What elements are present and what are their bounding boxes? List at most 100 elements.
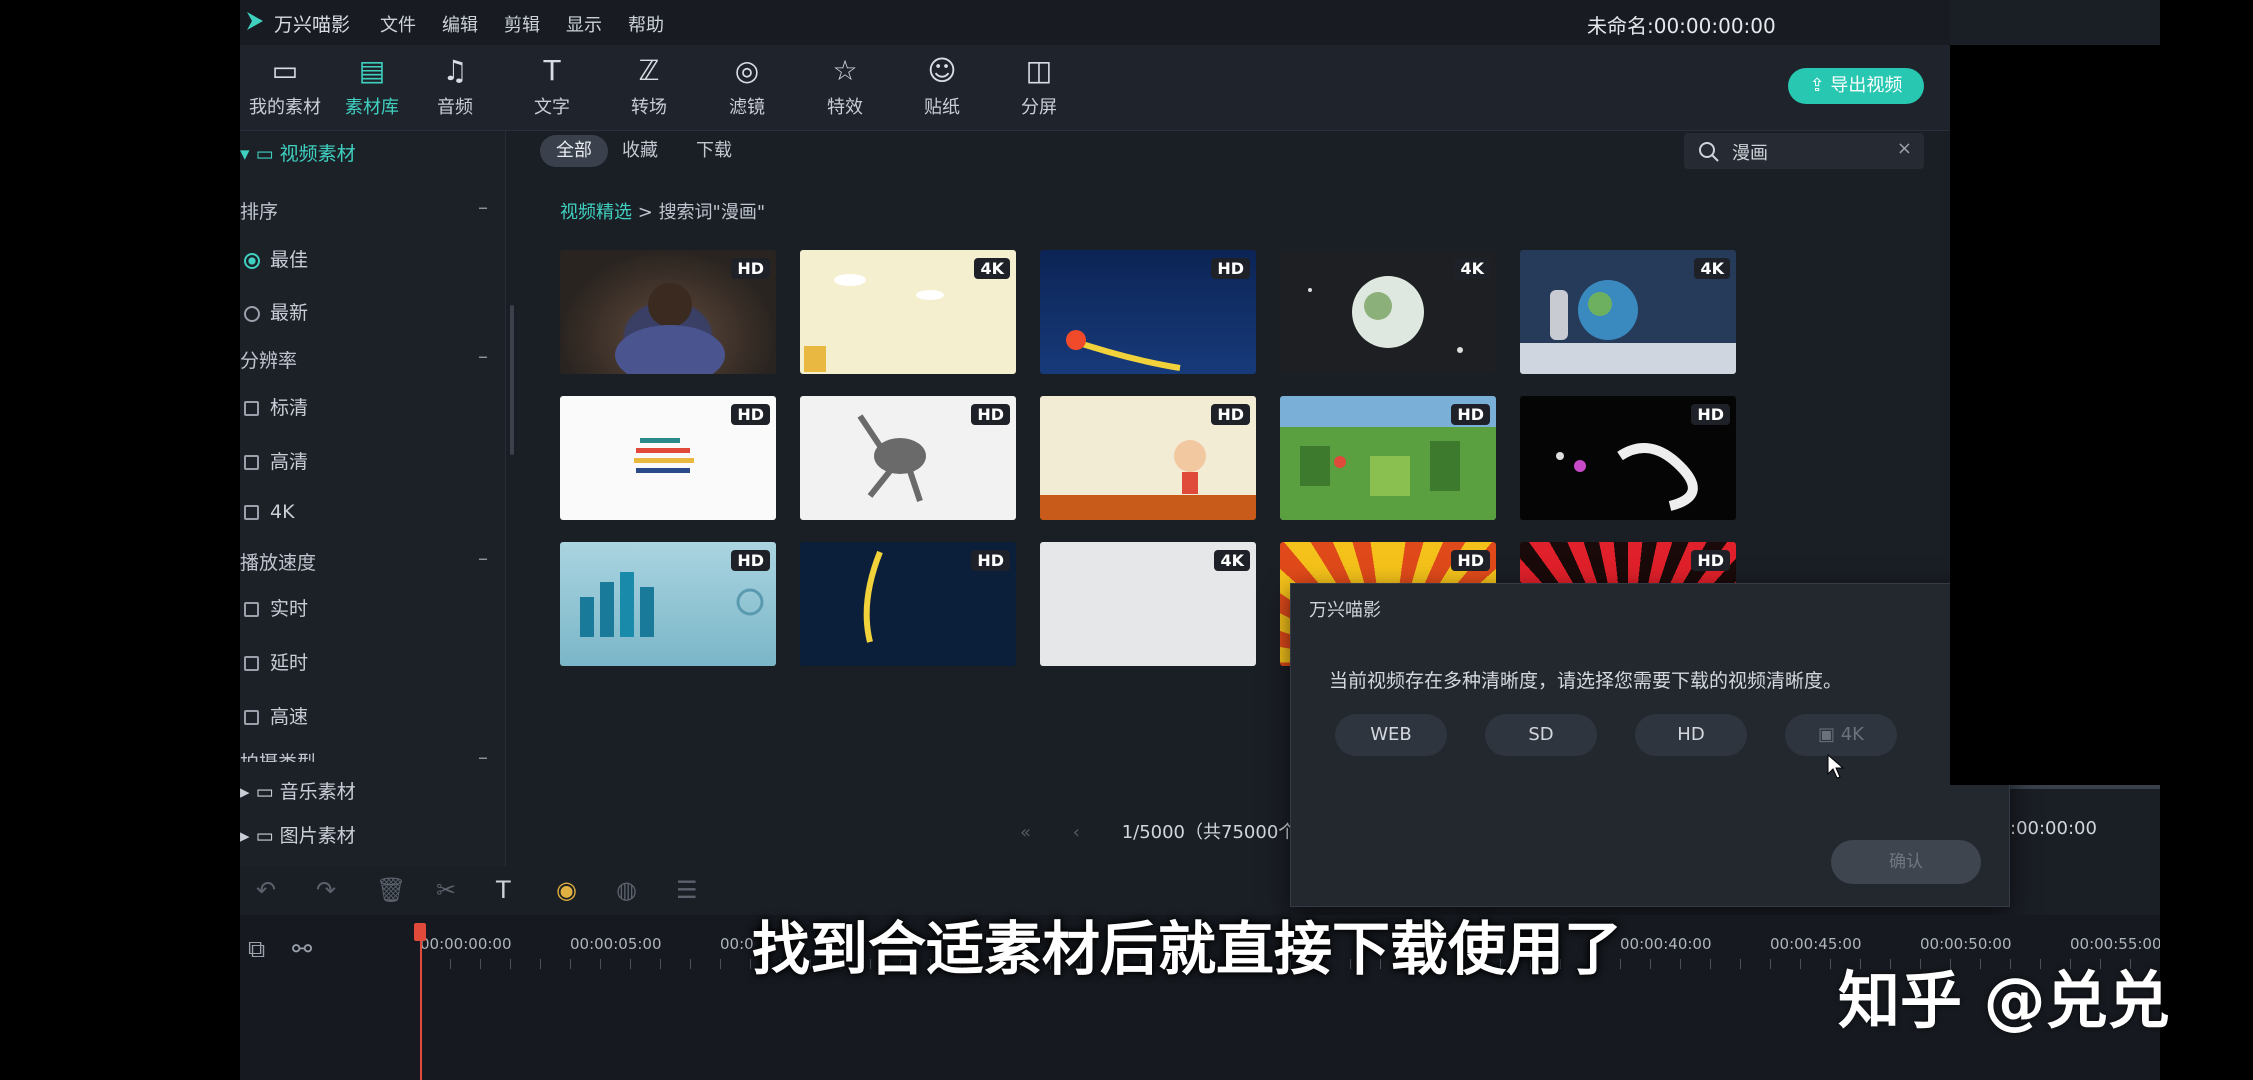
media-thumb-lightning[interactable]: HD: [800, 542, 1016, 666]
music-folder-item[interactable]: ▸ ▭ 音乐素材: [240, 777, 356, 804]
add-track-icon[interactable]: ⧉: [248, 935, 265, 963]
media-thumb-chimp[interactable]: HD: [560, 250, 776, 374]
tool-transition[interactable]: ℤ 转场: [604, 53, 694, 119]
quality-badge: HD: [971, 404, 1010, 425]
media-thumb-ink[interactable]: HD: [1520, 396, 1736, 520]
quality-badge: HD: [1451, 550, 1490, 571]
tool-my-media[interactable]: ▭ 我的素材: [240, 53, 330, 119]
menu-file[interactable]: 文件: [380, 11, 416, 37]
tool-split-screen[interactable]: ◫ 分屏: [994, 53, 1084, 119]
collapse-sort-icon[interactable]: –: [478, 195, 488, 219]
speed-header: 播放速度: [240, 552, 317, 574]
media-thumb-chart[interactable]: HD: [560, 396, 776, 520]
delete-icon[interactable]: 🗑: [376, 876, 406, 904]
speed-realtime[interactable]: 实时: [240, 594, 308, 621]
pagination: « ‹ 1/5000（共75000个: [1020, 818, 1296, 844]
collapse-resolution-icon[interactable]: –: [478, 344, 488, 368]
effects-star-icon: ☆: [832, 54, 858, 87]
adjust-icon[interactable]: ☰: [676, 876, 698, 904]
playhead-handle[interactable]: [414, 923, 426, 941]
tab-favorites[interactable]: 收藏: [606, 135, 674, 167]
sort-option-newest[interactable]: 最新: [240, 298, 308, 325]
video-folder-item[interactable]: ▾ ▭ 视频素材: [240, 139, 356, 166]
radio-selected-icon: [244, 253, 260, 269]
media-thumb-paper[interactable]: 4K: [1040, 542, 1256, 666]
speed-fast[interactable]: 高速: [240, 702, 308, 729]
menu-help[interactable]: 帮助: [628, 11, 664, 37]
media-thumb-city-green[interactable]: HD: [1280, 396, 1496, 520]
tool-audio[interactable]: ♫ 音频: [410, 53, 500, 119]
quality-badge: 4K: [974, 258, 1010, 279]
resolution-header: 分辨率: [240, 350, 298, 372]
tab-all[interactable]: 全部: [540, 135, 608, 167]
media-thumb-moon[interactable]: 4K: [1280, 250, 1496, 374]
quality-sd-button[interactable]: SD: [1485, 714, 1597, 756]
quality-badge: HD: [971, 550, 1010, 571]
quality-hd-button[interactable]: HD: [1635, 714, 1747, 756]
link-icon[interactable]: ⚯: [292, 935, 312, 963]
image-folder-item[interactable]: ▸ ▭ 图片素材: [240, 821, 356, 848]
quality-badge: HD: [731, 404, 770, 425]
speed-icon[interactable]: ◉: [556, 876, 577, 904]
speed-timelapse[interactable]: 延时: [240, 648, 308, 675]
text-icon: T: [543, 54, 561, 87]
media-thumb-astronaut[interactable]: 4K: [1520, 250, 1736, 374]
media-thumb-city-blue[interactable]: HD: [560, 542, 776, 666]
breadcrumb: 视频精选 > 搜索词"漫画": [560, 202, 766, 223]
quality-badge: HD: [1211, 258, 1250, 279]
tab-downloads[interactable]: 下载: [680, 135, 748, 167]
checkbox-icon: [244, 455, 259, 470]
quality-4k-button[interactable]: ▣ 4K: [1785, 714, 1897, 756]
sort-option-best[interactable]: 最佳: [240, 245, 308, 272]
media-thumb-clouds[interactable]: 4K: [800, 250, 1016, 374]
color-icon[interactable]: ◍: [616, 876, 637, 904]
prev-page-icon[interactable]: ‹: [1073, 822, 1080, 843]
collapse-speed-icon[interactable]: –: [478, 546, 488, 570]
folder-icon: ▭: [255, 825, 274, 847]
quality-badge: HD: [1211, 404, 1250, 425]
app-name: 万兴喵影: [274, 14, 351, 36]
filter-panel: ▾ ▭ 视频素材 排序 – 最佳 最新 分辨率 – 标清 高清 4K 播放速度 …: [240, 131, 514, 866]
quality-badge: HD: [1451, 404, 1490, 425]
menu-view[interactable]: 显示: [566, 11, 602, 37]
tool-library[interactable]: ▤ 素材库: [327, 53, 417, 134]
dialog-title: 万兴喵影: [1309, 600, 1381, 621]
cut-icon[interactable]: ✂: [436, 876, 456, 904]
media-thumb-dancer[interactable]: HD: [800, 396, 1016, 520]
app-logo-icon: [247, 12, 263, 30]
project-title: 未命名:00:00:00:00: [1587, 14, 1776, 38]
tool-sticker[interactable]: ☺ 贴纸: [897, 53, 987, 119]
quality-badge: HD: [731, 550, 770, 571]
resolution-hd[interactable]: 高清: [240, 447, 308, 474]
folder-box-icon: ▭: [271, 54, 299, 87]
breadcrumb-current: 搜索词"漫画": [658, 202, 766, 223]
menu-edit[interactable]: 编辑: [442, 11, 478, 37]
search-icon: [1699, 142, 1719, 162]
breadcrumb-root[interactable]: 视频精选: [560, 202, 632, 223]
export-video-button[interactable]: ⇪ 导出视频: [1788, 68, 1924, 104]
quality-web-button[interactable]: WEB: [1335, 714, 1447, 756]
undo-icon[interactable]: ↶: [256, 876, 276, 904]
media-thumb-cartoon-boy[interactable]: HD: [1040, 396, 1256, 520]
panel-scrollbar[interactable]: [510, 305, 514, 455]
checkbox-icon: [244, 505, 259, 520]
resolution-4k[interactable]: 4K: [240, 501, 295, 523]
tool-filter[interactable]: ◎ 滤镜: [702, 53, 792, 119]
resolution-sd[interactable]: 标清: [240, 393, 308, 420]
redo-icon[interactable]: ↷: [316, 876, 336, 904]
folder-icon: ▭: [255, 143, 274, 165]
text-edit-icon[interactable]: T: [496, 876, 511, 904]
tool-effects[interactable]: ☆ 特效: [800, 53, 890, 119]
collapse-shoot-icon[interactable]: –: [478, 745, 488, 769]
search-input[interactable]: 漫画 ×: [1684, 133, 1924, 169]
clear-search-icon[interactable]: ×: [1897, 138, 1912, 159]
menu-bar: 文件 编辑 剪辑 显示 帮助: [380, 11, 690, 37]
playhead[interactable]: [420, 925, 422, 1080]
tool-text[interactable]: T 文字: [507, 53, 597, 119]
checkbox-icon: [244, 656, 259, 671]
media-thumb-comet[interactable]: HD: [1040, 250, 1256, 374]
quality-badge: HD: [1691, 404, 1730, 425]
video-subtitle: 找到合适素材后就直接下载使用了: [752, 915, 1623, 983]
menu-clip[interactable]: 剪辑: [504, 11, 540, 37]
first-page-icon[interactable]: «: [1020, 822, 1031, 843]
